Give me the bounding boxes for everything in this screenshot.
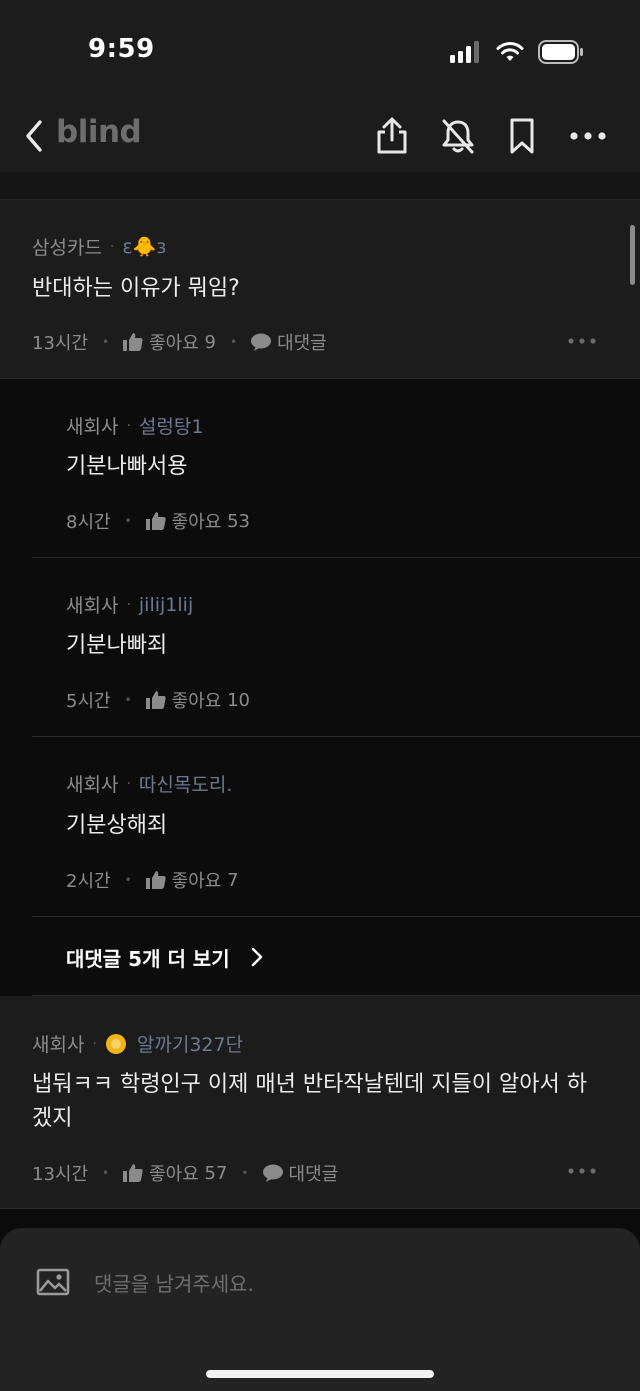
wifi-icon — [496, 42, 524, 61]
section-divider — [0, 172, 640, 200]
reply-actions: 2시간 • 좋아요 7 — [66, 867, 239, 893]
like-count: 57 — [204, 1162, 228, 1184]
separator-dot: · — [109, 238, 115, 255]
back-chevron-icon[interactable] — [22, 118, 48, 154]
more-icon[interactable] — [568, 116, 608, 156]
separator-dot: • — [124, 693, 132, 707]
speech-bubble-icon[interactable] — [262, 1164, 283, 1182]
comment-input[interactable]: 댓글을 남겨주세요. — [94, 1268, 254, 1297]
separator-dot: · — [126, 596, 131, 613]
comment-text-line: 겠지 — [32, 1106, 73, 1131]
comment-more-icon[interactable] — [568, 1166, 596, 1176]
home-indicator[interactable] — [206, 1370, 434, 1378]
app-logo[interactable]: blind — [56, 114, 142, 150]
thumbs-up-icon[interactable] — [145, 871, 166, 889]
thumbs-up-icon[interactable] — [123, 333, 143, 351]
speech-bubble-icon[interactable] — [251, 333, 272, 351]
reply-text: 기분나빠죄 — [66, 633, 168, 658]
thumbs-up-icon[interactable] — [123, 1164, 143, 1182]
share-icon[interactable] — [372, 116, 412, 156]
bell-off-icon[interactable] — [438, 116, 478, 156]
like-label[interactable]: 좋아요 — [149, 1160, 199, 1186]
status-bar: 9:59 — [0, 0, 640, 100]
comment-text: 냅둬ㅋㅋ 학령인구 이제 매년 반타작날텐데 지들이 알아서 하 겠지 — [32, 1068, 622, 1136]
chevron-right-icon — [251, 947, 263, 967]
scrollbar[interactable] — [630, 225, 635, 285]
battery-icon — [538, 40, 583, 64]
separator-dot: · — [92, 1035, 97, 1052]
comment-actions: 13시간 • 좋아요 57 • 대댓글 — [32, 1160, 338, 1186]
company-name: 새회사 — [66, 774, 119, 796]
status-time: 9:59 — [88, 34, 155, 64]
thumbs-up-icon[interactable] — [145, 691, 166, 709]
comment-card: 삼성카드 · ε🐥з 반대하는 이유가 뭐임? 13시간 • 좋아요 9 • 대… — [0, 200, 640, 379]
company-name: 새회사 — [66, 595, 119, 617]
thumbs-up-icon[interactable] — [145, 512, 166, 530]
reply-actions: 5시간 • 좋아요 10 — [66, 687, 250, 713]
reply-meta: 새회사 · jilij1lij — [66, 591, 193, 618]
nickname[interactable]: 알까기327단 — [137, 1030, 243, 1057]
nickname[interactable]: 설렁탕1 — [139, 412, 204, 439]
like-label[interactable]: 좋아요 — [172, 687, 222, 713]
nickname[interactable]: 따신목도리. — [139, 770, 232, 797]
comment-more-icon[interactable] — [568, 336, 596, 346]
comment-meta: 삼성카드 · ε🐥з — [32, 233, 166, 260]
gold-badge-icon — [105, 1033, 126, 1054]
separator-dot: · — [126, 775, 131, 792]
reply-button[interactable]: 대댓글 — [277, 329, 327, 355]
reply-meta: 새회사 · 설렁탕1 — [66, 412, 203, 439]
nav-bar: blind — [0, 100, 640, 172]
like-label[interactable]: 좋아요 — [172, 508, 222, 534]
company-name: 삼성카드 — [32, 237, 102, 259]
comment-composer: 댓글을 남겨주세요. — [0, 1228, 640, 1391]
view-more-replies-button[interactable]: 대댓글 5개 더 보기 — [32, 917, 640, 996]
reply-text: 기분상해죄 — [66, 813, 168, 838]
like-label[interactable]: 좋아요 — [172, 867, 222, 893]
nickname[interactable]: ε🐥з — [122, 235, 166, 258]
like-count: 10 — [227, 689, 250, 711]
comment-actions: 13시간 • 좋아요 9 • 대댓글 — [32, 329, 327, 355]
like-label[interactable]: 좋아요 — [149, 329, 199, 355]
reply-item: 새회사 · 따신목도리. 기분상해죄 2시간 • 좋아요 7 — [32, 737, 640, 917]
separator-dot: • — [102, 1166, 110, 1180]
company-name: 새회사 — [32, 1034, 85, 1056]
status-icons — [450, 38, 584, 66]
image-attach-icon[interactable] — [36, 1268, 70, 1296]
reply-item: 새회사 · 설렁탕1 기분나빠서용 8시간 • 좋아요 53 — [32, 379, 640, 558]
comment-text: 반대하는 이유가 뭐임? — [32, 276, 240, 301]
separator-dot: • — [124, 514, 132, 528]
separator-dot: • — [241, 1166, 249, 1180]
reply-actions: 8시간 • 좋아요 53 — [66, 508, 250, 534]
like-count: 9 — [204, 331, 216, 353]
comment-time: 13시간 — [32, 1164, 89, 1185]
reply-time: 8시간 — [66, 512, 111, 533]
company-name: 새회사 — [66, 416, 119, 438]
comment-meta: 새회사 · 알까기327단 — [32, 1030, 243, 1057]
separator-dot: • — [102, 335, 110, 349]
comment-card: 새회사 · 알까기327단 냅둬ㅋㅋ 학령인구 이제 매년 반타작날텐데 지들이… — [0, 996, 640, 1209]
reply-meta: 새회사 · 따신목도리. — [66, 770, 232, 797]
reply-text: 기분나빠서용 — [66, 454, 188, 479]
reply-time: 5시간 — [66, 691, 111, 712]
separator-dot: · — [126, 417, 131, 434]
reply-item: 새회사 · jilij1lij 기분나빠죄 5시간 • 좋아요 10 — [32, 558, 640, 737]
reply-button[interactable]: 대댓글 — [289, 1160, 339, 1186]
separator-dot: • — [229, 335, 238, 349]
comment-text-line: 냅둬ㅋㅋ 학령인구 이제 매년 반타작날텐데 지들이 알아서 하 — [32, 1072, 587, 1097]
reply-time: 2시간 — [66, 871, 111, 892]
nickname[interactable]: jilij1lij — [139, 594, 193, 616]
separator-dot: • — [124, 873, 132, 887]
comment-time: 13시간 — [32, 333, 89, 354]
bookmark-icon[interactable] — [502, 116, 542, 156]
like-count: 53 — [227, 510, 250, 532]
cellular-signal-icon — [450, 41, 479, 63]
like-count: 7 — [227, 869, 239, 891]
view-more-label[interactable]: 대댓글 5개 더 보기 — [66, 943, 230, 972]
